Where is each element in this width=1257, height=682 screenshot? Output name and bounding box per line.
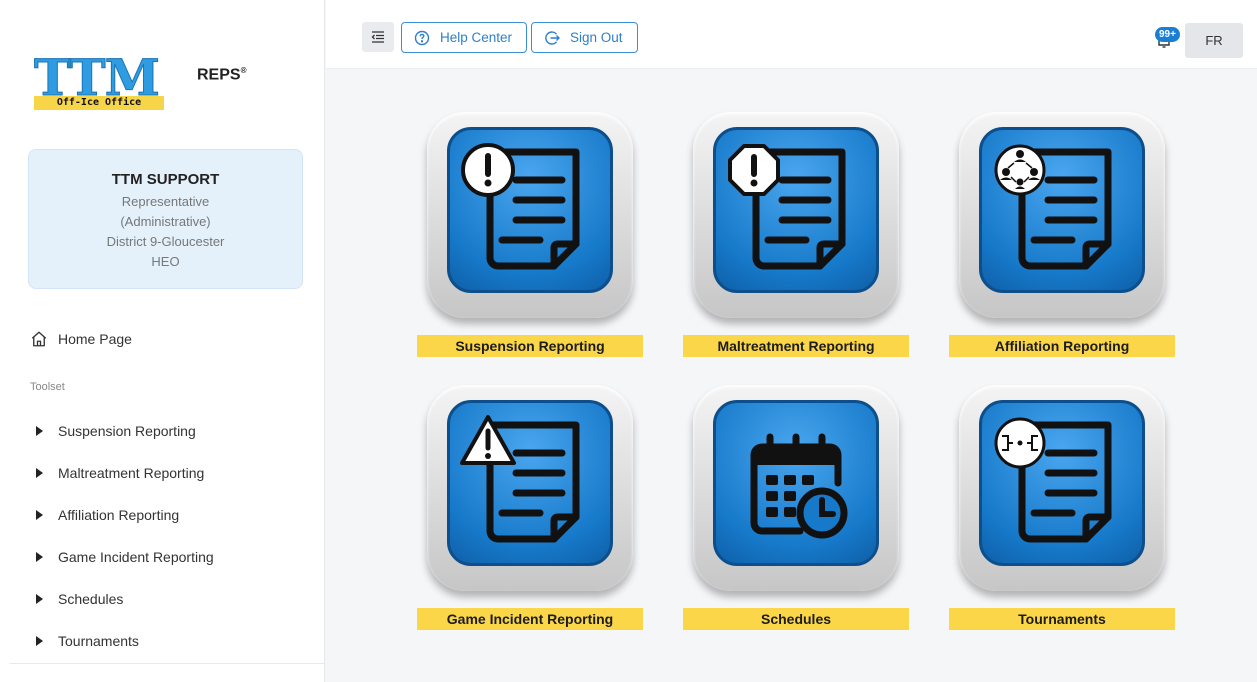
help-center-label: Help Center xyxy=(440,30,513,45)
menu-collapse-icon xyxy=(371,31,384,43)
tile-icon-panel xyxy=(447,127,613,293)
user-role-type: (Administrative) xyxy=(120,214,211,229)
sidebar-divider xyxy=(10,663,325,664)
tile-suspension-reporting[interactable]: Suspension Reporting xyxy=(417,112,643,362)
nav-item-suspension-reporting[interactable]: Suspension Reporting xyxy=(30,410,320,452)
sign-out-label: Sign Out xyxy=(570,30,623,45)
caret-right-icon xyxy=(36,510,43,520)
tile-maltreatment-reporting[interactable]: Maltreatment Reporting xyxy=(683,112,909,362)
nav-item-label: Tournaments xyxy=(58,633,139,649)
collapse-menu-button[interactable] xyxy=(362,22,394,52)
tile-icon-panel xyxy=(979,127,1145,293)
top-bar: Help Center Sign Out 99+ FR xyxy=(326,0,1257,69)
caret-right-icon xyxy=(36,468,43,478)
tile-icon-panel xyxy=(447,400,613,566)
document-exclamation-circle-icon xyxy=(461,143,580,270)
tile-label: Tournaments xyxy=(949,608,1175,630)
nav-item-game-incident-reporting[interactable]: Game Incident Reporting xyxy=(30,536,320,578)
nav-home-page[interactable]: Home Page xyxy=(30,330,132,348)
question-circle-icon xyxy=(414,30,430,45)
nav-section-toolset: Toolset xyxy=(30,381,65,393)
caret-right-icon xyxy=(36,426,43,436)
caret-right-icon xyxy=(36,552,43,562)
ttm-logo[interactable]: TTM Off-Ice Office xyxy=(34,48,164,112)
user-district: District 9-Gloucester xyxy=(106,234,225,249)
language-toggle-button[interactable]: FR xyxy=(1185,23,1243,58)
nav-item-label: Suspension Reporting xyxy=(58,423,196,439)
user-profile-card: TTM SUPPORT Representative (Administrati… xyxy=(28,149,303,289)
user-organization: HEO xyxy=(151,254,180,269)
document-exclamation-octagon-icon xyxy=(728,144,846,270)
calendar-clock-icon xyxy=(750,433,848,539)
nav-item-tournaments[interactable]: Tournaments xyxy=(30,620,320,662)
tile-icon-panel xyxy=(713,400,879,566)
document-bracket-icon xyxy=(994,417,1112,543)
document-warning-triangle-icon xyxy=(460,415,580,543)
tile-icon-panel xyxy=(979,400,1145,566)
caret-right-icon xyxy=(36,594,43,604)
nav-item-label: Affiliation Reporting xyxy=(58,507,180,523)
tile-affiliation-reporting[interactable]: Affiliation Reporting xyxy=(949,112,1175,362)
sign-out-icon xyxy=(545,30,560,45)
logo-text: TTM xyxy=(34,48,161,107)
sign-out-button[interactable]: Sign Out xyxy=(531,22,638,53)
help-center-button[interactable]: Help Center xyxy=(401,22,528,53)
sidebar: TTM Off-Ice Office REPS® TTM SUPPORT Rep… xyxy=(0,0,325,682)
nav-item-affiliation-reporting[interactable]: Affiliation Reporting xyxy=(30,494,320,536)
tile-tournaments[interactable]: Tournaments xyxy=(949,385,1175,635)
notification-badge: 99+ xyxy=(1155,27,1180,42)
document-network-icon xyxy=(994,144,1112,270)
tile-icon-panel xyxy=(713,127,879,293)
tile-label: Affiliation Reporting xyxy=(949,335,1175,357)
home-icon xyxy=(31,331,47,347)
nav-item-maltreatment-reporting[interactable]: Maltreatment Reporting xyxy=(30,452,320,494)
product-name-text: REPS xyxy=(197,66,241,84)
tile-game-incident-reporting[interactable]: Game Incident Reporting xyxy=(417,385,643,635)
user-role: Representative xyxy=(121,194,210,209)
product-name: REPS® xyxy=(197,66,246,84)
tile-schedules[interactable]: Schedules xyxy=(683,385,909,635)
registered-mark: ® xyxy=(240,66,247,75)
nav-item-label: Schedules xyxy=(58,591,124,607)
logo-tagline: Off-Ice Office xyxy=(34,96,164,110)
toolset-nav: Suspension Reporting Maltreatment Report… xyxy=(30,410,320,662)
nav-item-label: Maltreatment Reporting xyxy=(58,465,205,481)
tile-label: Maltreatment Reporting xyxy=(683,335,909,357)
nav-item-label: Game Incident Reporting xyxy=(58,549,214,565)
nav-home-label: Home Page xyxy=(58,331,132,347)
tile-label: Suspension Reporting xyxy=(417,335,643,357)
user-name: TTM SUPPORT xyxy=(111,171,220,188)
nav-item-schedules[interactable]: Schedules xyxy=(30,578,320,620)
tile-label: Game Incident Reporting xyxy=(417,608,643,630)
caret-right-icon xyxy=(36,636,43,646)
tile-label: Schedules xyxy=(683,608,909,630)
